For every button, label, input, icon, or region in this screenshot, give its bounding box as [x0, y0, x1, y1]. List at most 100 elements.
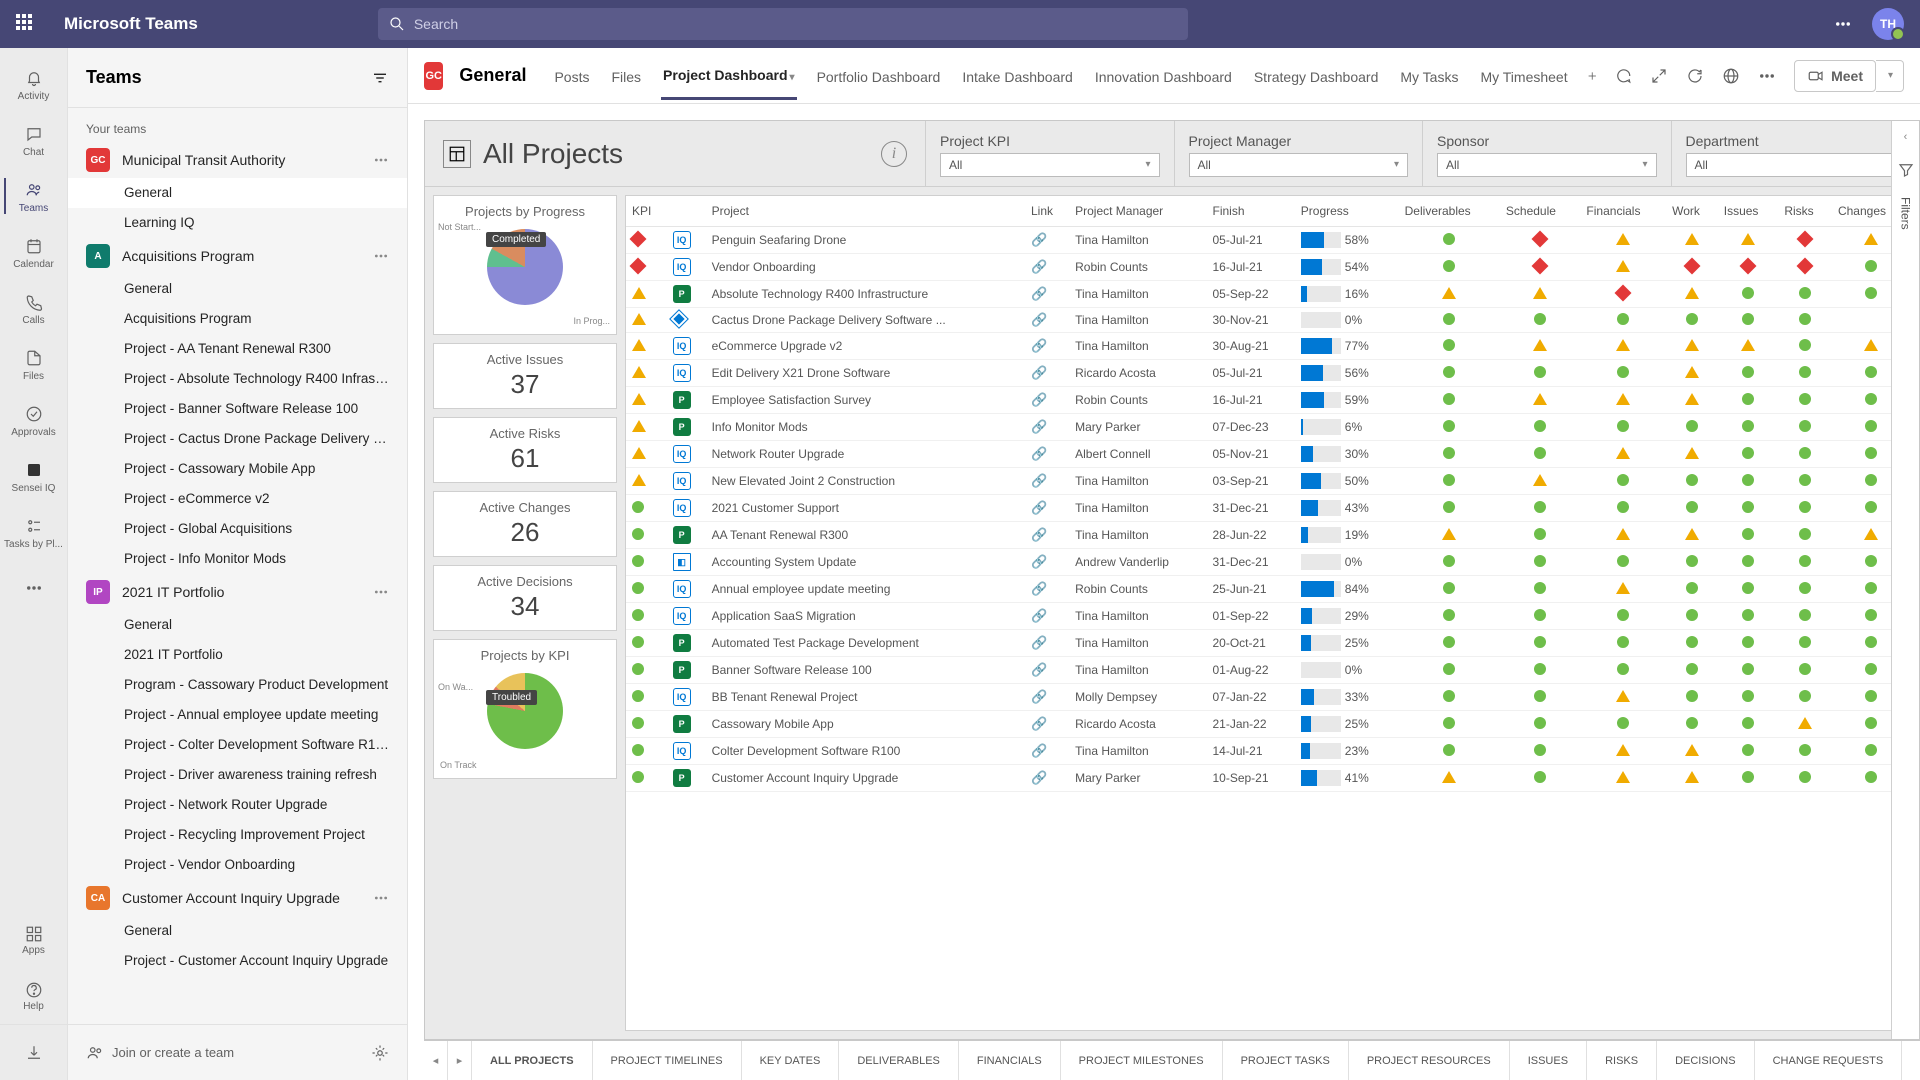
refresh-icon[interactable] [1686, 67, 1704, 85]
table-row[interactable]: PAA Tenant Renewal R300🔗Tina Hamilton28-… [626, 522, 1910, 549]
tab-my-tasks[interactable]: My Tasks [1398, 53, 1460, 99]
more-icon[interactable] [373, 247, 389, 265]
table-row[interactable]: IQEdit Delivery X21 Drone Software🔗Ricar… [626, 360, 1910, 387]
channel-row[interactable]: Project - Recycling Improvement Project [68, 820, 407, 850]
channel-row[interactable]: Project - Vendor Onboarding [68, 850, 407, 880]
btab-project-timelines[interactable]: PROJECT TIMELINES [593, 1041, 742, 1080]
channel-row[interactable]: Project - Customer Account Inquiry Upgra… [68, 946, 407, 976]
channel-row[interactable]: General [68, 916, 407, 946]
table-row[interactable]: IQeCommerce Upgrade v2🔗Tina Hamilton30-A… [626, 333, 1910, 360]
globe-icon[interactable] [1722, 67, 1740, 85]
projects-table[interactable]: KPIProjectLinkProject ManagerFinishProgr… [625, 195, 1911, 1031]
btab-project-resources[interactable]: PROJECT RESOURCES [1349, 1041, 1510, 1080]
col-header[interactable]: Financials [1580, 196, 1666, 227]
filter-dropdown[interactable]: All▾ [1189, 153, 1409, 177]
team-row[interactable]: GCMunicipal Transit Authority [68, 142, 407, 178]
add-tab-icon[interactable] [1586, 67, 1598, 85]
more-icon[interactable] [373, 889, 389, 907]
team-row[interactable]: CACustomer Account Inquiry Upgrade [68, 880, 407, 916]
channel-row[interactable]: Project - Banner Software Release 100 [68, 394, 407, 424]
search-box[interactable] [378, 8, 1188, 40]
rail-apps[interactable]: Apps [0, 912, 67, 968]
rail-calendar[interactable]: Calendar [4, 224, 63, 280]
link-cell[interactable]: 🔗 [1025, 657, 1069, 684]
channel-row[interactable]: Project - Network Router Upgrade [68, 790, 407, 820]
link-cell[interactable]: 🔗 [1025, 495, 1069, 522]
channel-row[interactable]: Program - Cassowary Product Development [68, 670, 407, 700]
channel-row[interactable]: Project - Cassowary Mobile App [68, 454, 407, 484]
tab-my-timesheet[interactable]: My Timesheet [1478, 53, 1569, 99]
col-header[interactable]: Finish [1206, 196, 1294, 227]
channel-row[interactable]: Project - AA Tenant Renewal R300 [68, 334, 407, 364]
rail-download[interactable] [0, 1024, 67, 1080]
rail-teams[interactable]: Teams [4, 168, 63, 224]
more-icon[interactable] [373, 151, 389, 169]
btab-decisions[interactable]: DECISIONS [1657, 1041, 1755, 1080]
more-icon[interactable] [1758, 67, 1776, 85]
btab-deliverables[interactable]: DELIVERABLES [839, 1041, 959, 1080]
btab-prev[interactable]: ◂ [424, 1041, 448, 1080]
channel-row[interactable]: General [68, 610, 407, 640]
channel-row[interactable]: Project - Global Acquisitions [68, 514, 407, 544]
rail-chat[interactable]: Chat [4, 112, 63, 168]
filter-dropdown[interactable]: All▾ [940, 153, 1160, 177]
table-row[interactable]: IQColter Development Software R100🔗Tina … [626, 738, 1910, 765]
tab-files[interactable]: Files [609, 53, 643, 99]
rail-tasks-by-pl-[interactable]: Tasks by Pl... [4, 504, 63, 560]
channel-row[interactable]: 2021 IT Portfolio [68, 640, 407, 670]
tab-portfolio-dashboard[interactable]: Portfolio Dashboard [815, 53, 943, 99]
col-header[interactable]: Deliverables [1399, 196, 1500, 227]
expand-icon[interactable] [1650, 67, 1668, 85]
channel-row[interactable]: General [68, 178, 407, 208]
channel-row[interactable]: General [68, 274, 407, 304]
filters-rail[interactable]: ‹ Filters [1891, 121, 1919, 1039]
link-cell[interactable]: 🔗 [1025, 711, 1069, 738]
channel-row[interactable]: Acquisitions Program [68, 304, 407, 334]
rail-activity[interactable]: Activity [4, 56, 63, 112]
col-header[interactable] [667, 196, 706, 227]
btab-project-milestones[interactable]: PROJECT MILESTONES [1061, 1041, 1223, 1080]
table-row[interactable]: IQAnnual employee update meeting🔗Robin C… [626, 576, 1910, 603]
meet-dropdown[interactable]: ▾ [1876, 60, 1904, 92]
link-cell[interactable]: 🔗 [1025, 227, 1069, 254]
rail-sensei-iq[interactable]: Sensei IQ [4, 448, 63, 504]
col-header[interactable]: Progress [1295, 196, 1399, 227]
link-cell[interactable]: 🔗 [1025, 414, 1069, 441]
reply-icon[interactable] [1614, 67, 1632, 85]
join-create-team[interactable]: Join or create a team [86, 1044, 234, 1062]
channel-row[interactable]: Project - Absolute Technology R400 Infra… [68, 364, 407, 394]
col-header[interactable]: Schedule [1500, 196, 1581, 227]
tab-posts[interactable]: Posts [552, 53, 591, 99]
table-row[interactable]: IQ2021 Customer Support🔗Tina Hamilton31-… [626, 495, 1910, 522]
col-header[interactable]: Project Manager [1069, 196, 1206, 227]
link-cell[interactable]: 🔗 [1025, 254, 1069, 281]
table-row[interactable]: PAutomated Test Package Development🔗Tina… [626, 630, 1910, 657]
link-cell[interactable]: 🔗 [1025, 387, 1069, 414]
channel-row[interactable]: Project - Info Monitor Mods [68, 544, 407, 574]
channel-row[interactable]: Project - Colter Development Software R1… [68, 730, 407, 760]
rail-help[interactable]: Help [0, 968, 67, 1024]
link-cell[interactable]: 🔗 [1025, 308, 1069, 333]
app-launcher-icon[interactable] [16, 14, 36, 34]
tab-project-dashboard[interactable]: Project Dashboard▾ [661, 51, 797, 100]
table-row[interactable]: IQPenguin Seafaring Drone🔗Tina Hamilton0… [626, 227, 1910, 254]
channel-row[interactable]: Learning IQ [68, 208, 407, 238]
tab-intake-dashboard[interactable]: Intake Dashboard [960, 53, 1075, 99]
table-row[interactable]: Cactus Drone Package Delivery Software .… [626, 308, 1910, 333]
settings-icon[interactable] [371, 1044, 389, 1062]
channel-row[interactable]: Project - eCommerce v2 [68, 484, 407, 514]
team-row[interactable]: AAcquisitions Program [68, 238, 407, 274]
link-cell[interactable]: 🔗 [1025, 603, 1069, 630]
search-input[interactable] [414, 16, 1178, 32]
link-cell[interactable]: 🔗 [1025, 684, 1069, 711]
more-icon[interactable] [1834, 15, 1852, 33]
link-cell[interactable]: 🔗 [1025, 333, 1069, 360]
table-row[interactable]: PCassowary Mobile App🔗Ricardo Acosta21-J… [626, 711, 1910, 738]
more-icon[interactable] [373, 583, 389, 601]
rail-more[interactable] [0, 560, 67, 616]
rail-files[interactable]: Files [4, 336, 63, 392]
col-header[interactable]: Link [1025, 196, 1069, 227]
channel-row[interactable]: Project - Annual employee update meeting [68, 700, 407, 730]
info-icon[interactable]: i [881, 141, 907, 167]
table-row[interactable]: IQVendor Onboarding🔗Robin Counts16-Jul-2… [626, 254, 1910, 281]
